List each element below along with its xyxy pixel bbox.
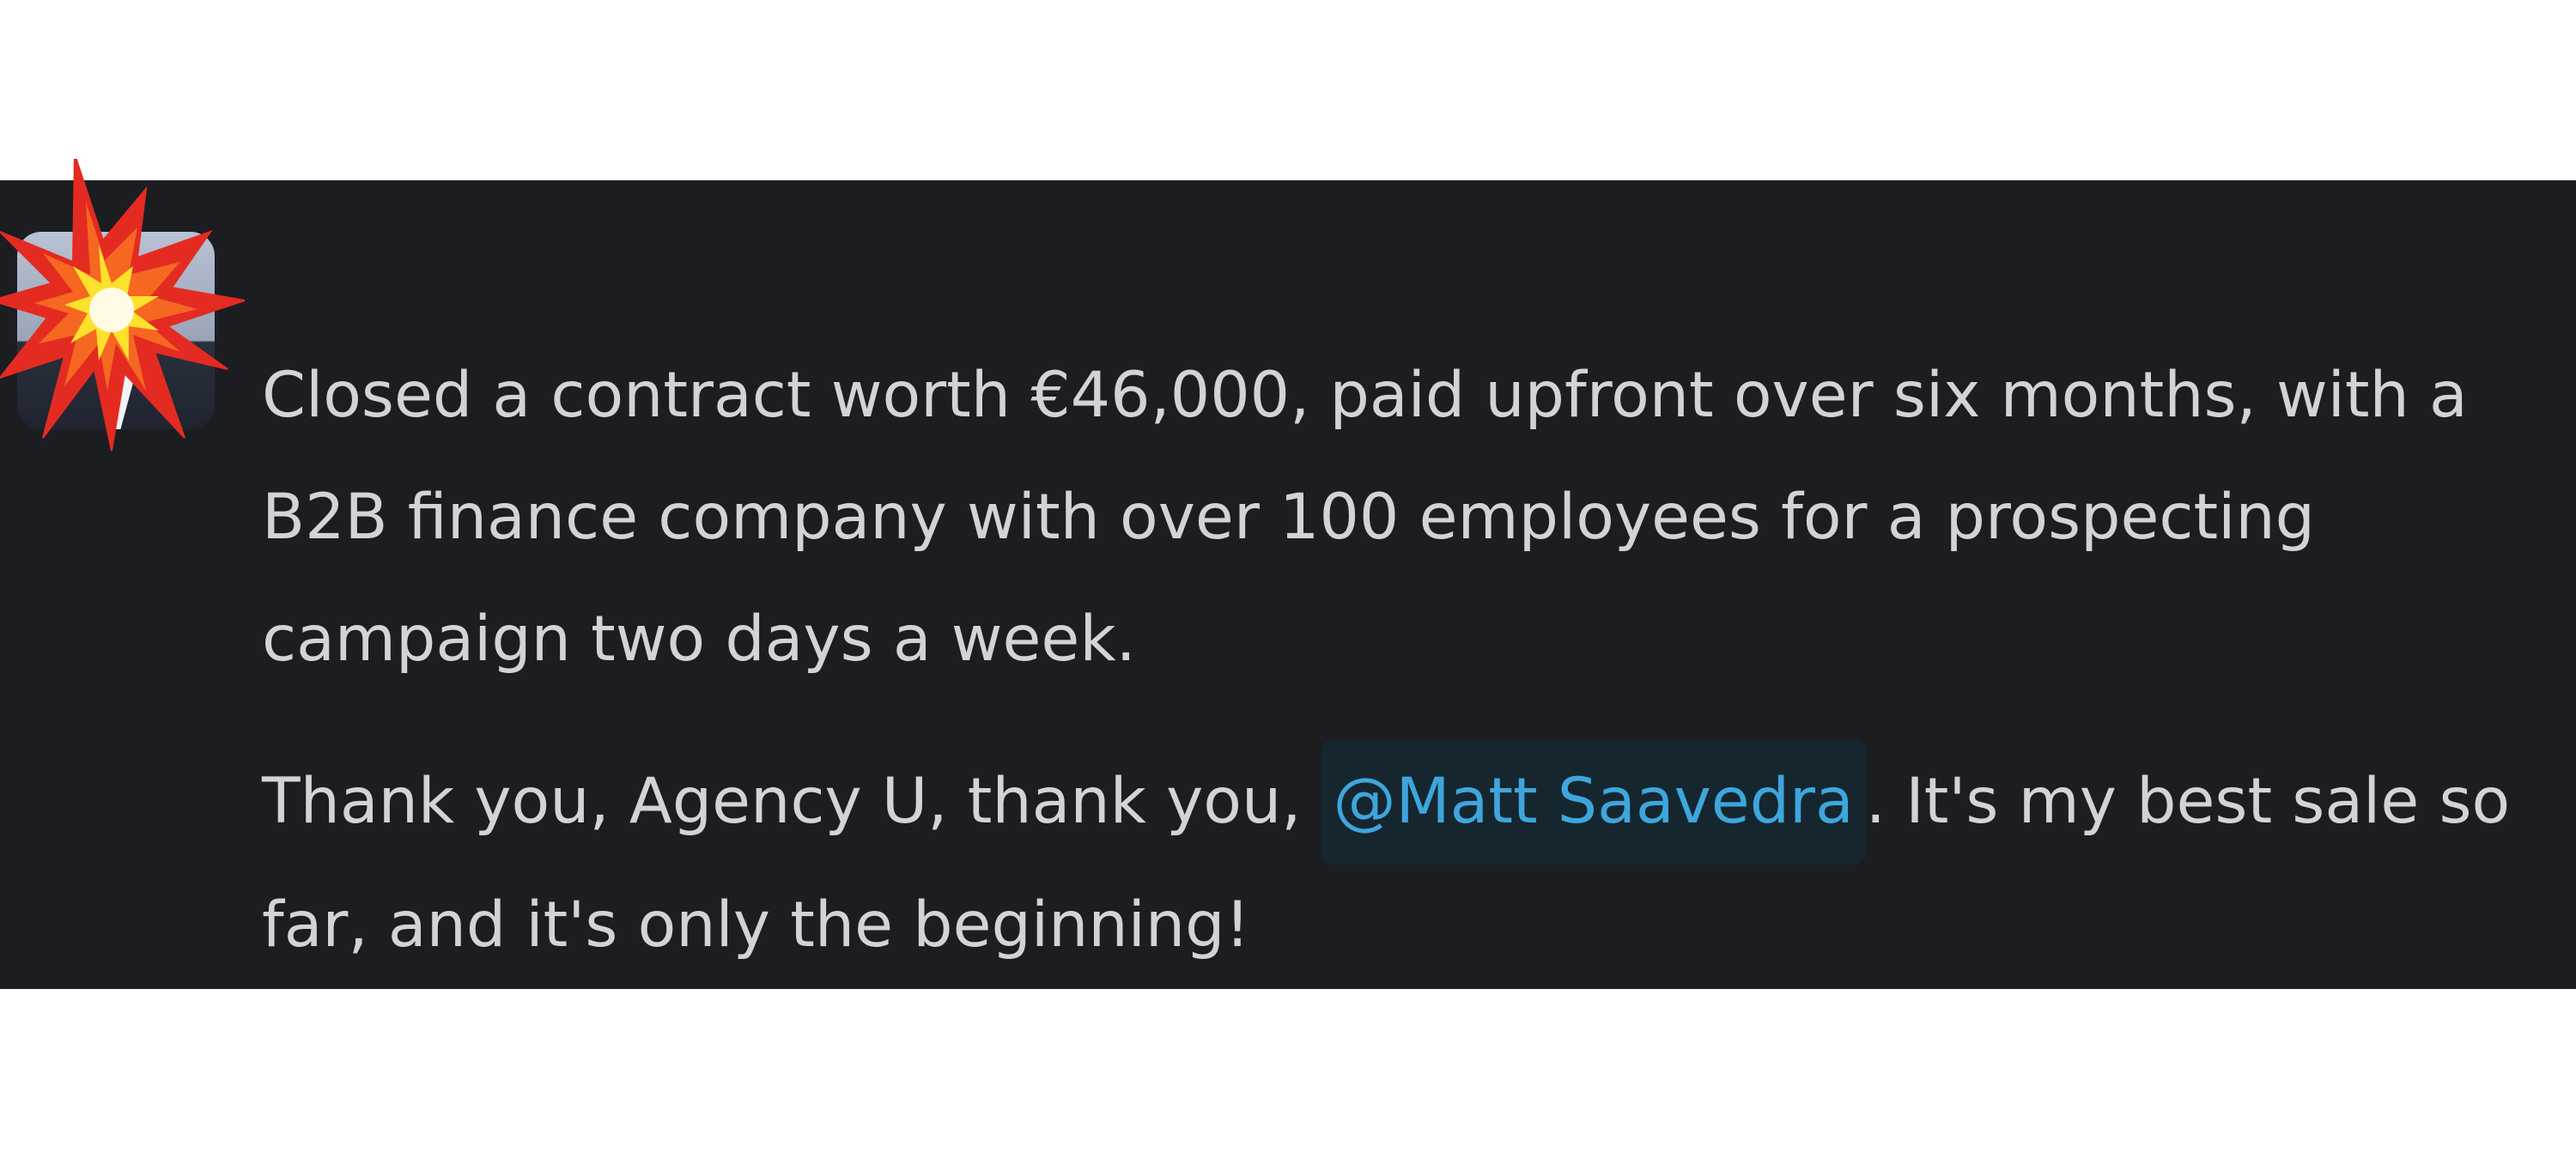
message-text: Thank you, Agency U, thank you, bbox=[262, 765, 1321, 838]
page: Closed a contract worth €46,000, paid up… bbox=[0, 0, 2576, 1171]
message-panel: Closed a contract worth €46,000, paid up… bbox=[0, 159, 2576, 989]
user-mention[interactable]: @Matt Saavedra bbox=[1321, 739, 1866, 865]
message-paragraph: Thank you, Agency U, thank you, @Matt Sa… bbox=[262, 739, 2546, 986]
message-body: Closed a contract worth €46,000, paid up… bbox=[262, 335, 2546, 986]
collision-icon bbox=[0, 159, 246, 452]
message-paragraph: Closed a contract worth €46,000, paid up… bbox=[262, 359, 2468, 676]
